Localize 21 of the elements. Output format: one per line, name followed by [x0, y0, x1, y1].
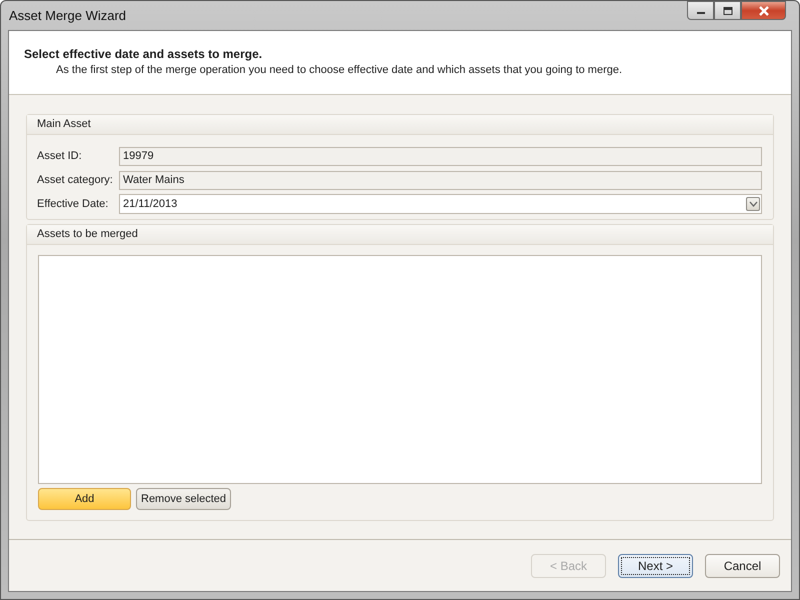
step-description: As the first step of the merge operation you need to choose effective date and which assets that you going to merge.: [56, 64, 624, 76]
field-label: Asset category:: [37, 174, 114, 186]
step-title: Select effective date and assets to merge.: [24, 47, 264, 61]
action-button[interactable]: Add: [38, 488, 131, 510]
group-title: Assets to be merged: [37, 228, 138, 240]
close-icon: [758, 6, 770, 16]
window-title: Asset Merge Wizard: [9, 8, 126, 23]
wizard-button[interactable]: Cancel: [705, 554, 780, 578]
wizard-button[interactable]: Next >: [618, 554, 693, 578]
close-button[interactable]: [741, 1, 786, 20]
field-label: Asset ID:: [37, 150, 83, 162]
group-title: Main Asset: [37, 118, 91, 130]
minimize-button[interactable]: [687, 1, 714, 20]
dropdown-icon[interactable]: [746, 197, 760, 211]
readonly-field[interactable]: 19979: [119, 146, 762, 166]
maximize-button[interactable]: [714, 1, 741, 20]
action-button[interactable]: Remove selected: [136, 488, 231, 510]
date-field[interactable]: 21/11/2013: [119, 194, 762, 214]
maximize-icon: [722, 6, 732, 14]
readonly-field[interactable]: Water Mains: [119, 170, 762, 190]
field-label: Effective Date:: [37, 198, 110, 210]
